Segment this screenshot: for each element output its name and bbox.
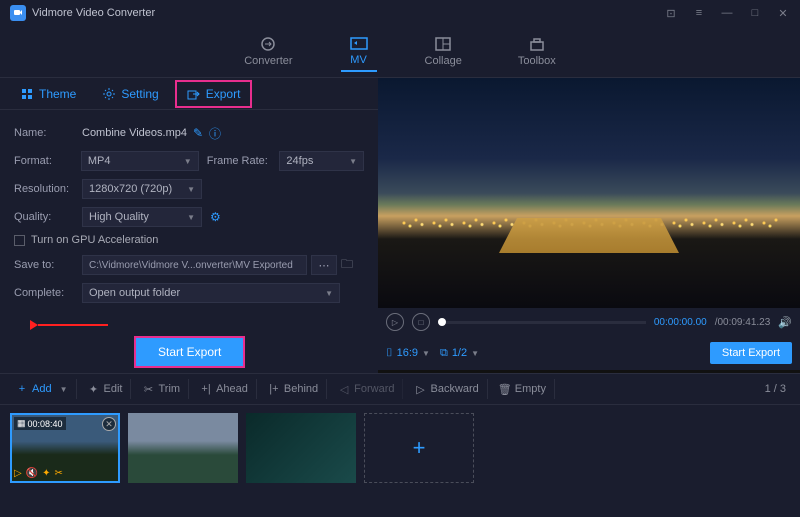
video-preview[interactable] [378,78,800,308]
subtab-theme[interactable]: Theme [10,82,86,106]
empty-button[interactable]: 🗑Empty [491,379,555,399]
mv-icon [349,35,369,51]
clip-remove-icon[interactable]: ✕ [102,417,116,431]
gpu-label: Turn on GPU Acceleration [31,234,158,246]
clip-duration: ▦ 00:08:40 [14,417,66,430]
main-tabs: Converter MV Collage Toolbox [0,26,800,78]
aspect-ratio-button[interactable]: ⌷16:9▼ [386,347,430,360]
add-button[interactable]: +Add▼ [8,379,77,399]
format-dropdown[interactable]: MP4▼ [81,151,199,171]
name-label: Name: [14,127,74,139]
aspect-icon: ⌷ [386,347,393,360]
wand-icon: ✦ [88,383,100,395]
trash-icon: 🗑 [499,383,511,395]
saveto-label: Save to: [14,259,74,271]
tab-collage[interactable]: Collage [417,32,470,71]
play-button[interactable]: ▷ [386,313,404,331]
edit-name-icon[interactable]: ✎ [193,126,203,140]
framerate-dropdown[interactable]: 24fps▼ [279,151,364,171]
clip-1[interactable]: ▦ 00:08:40 ✕ ▷ 🔇 ✦ ✂ [10,413,120,483]
feedback-icon[interactable]: ⊡ [664,7,678,20]
setting-icon [102,87,116,101]
start-export-main-button[interactable]: Start Export [710,342,792,364]
chevron-down-icon: ▼ [187,213,195,222]
collage-icon [433,36,453,52]
theme-icon [20,87,34,101]
chevron-down-icon: ▼ [349,157,357,166]
tab-converter[interactable]: Converter [236,32,300,71]
chevron-down-icon: ▼ [325,289,333,298]
name-value: Combine Videos.mp4 ✎ ⓘ [82,125,221,142]
resolution-label: Resolution: [14,183,74,195]
menu-icon[interactable]: ≡ [692,7,706,20]
gpu-checkbox[interactable] [14,235,25,246]
chevron-down-icon: ▼ [184,157,192,166]
total-time: /00:09:41.23 [715,317,771,328]
quality-label: Quality: [14,211,74,223]
timeline: ▦ 00:08:40 ✕ ▷ 🔇 ✦ ✂ + [0,405,800,491]
tab-toolbox[interactable]: Toolbox [510,32,564,71]
page-indicator: 1 / 3 [765,383,792,395]
info-icon[interactable]: ⓘ [209,125,221,142]
edit-button[interactable]: ✦Edit [80,379,132,399]
trim-button[interactable]: ✂Trim [134,379,189,399]
volume-icon[interactable]: 🔊 [778,316,792,329]
ahead-icon: +| [200,383,212,395]
forward-button[interactable]: ◁Forward [330,379,403,399]
close-icon[interactable]: ✕ [776,7,790,20]
clip-play-icon[interactable]: ▷ [14,468,22,479]
clip-mute-icon[interactable]: 🔇 [26,468,38,479]
add-clip-button[interactable]: + [364,413,474,483]
maximize-icon[interactable]: □ [748,7,762,20]
behind-button[interactable]: |+Behind [260,379,327,399]
quality-dropdown[interactable]: High Quality▼ [82,207,202,227]
frame-nav-button[interactable]: ⧉1/2▼ [440,347,479,360]
toolbox-icon [527,36,547,52]
subtab-setting[interactable]: Setting [92,82,168,106]
quality-settings-icon[interactable]: ⚙ [210,210,221,224]
frame-icon: ⧉ [440,347,448,360]
behind-icon: |+ [268,383,280,395]
format-label: Format: [14,155,73,167]
browse-button[interactable]: ⋯ [311,255,337,275]
clip-edit-icon[interactable]: ✦ [42,468,50,479]
export-icon [187,87,201,101]
resolution-dropdown[interactable]: 1280x720 (720p)▼ [82,179,202,199]
progress-bar[interactable] [438,321,646,324]
backward-icon: ▷ [414,383,426,395]
preview-panel: ▷ □ 00:00:00.00/00:09:41.23 🔊 ⌷16:9▼ ⧉1/… [378,78,800,373]
forward-icon: ◁ [338,383,350,395]
clip-2[interactable] [128,413,238,483]
subtab-export[interactable]: Export [175,80,253,108]
open-folder-icon[interactable]: 🗀 [341,255,353,276]
tab-mv[interactable]: MV [341,31,377,72]
annotation-arrow [30,316,108,334]
app-logo-icon [10,5,26,21]
clip-3[interactable] [246,413,356,483]
stop-button[interactable]: □ [412,313,430,331]
current-time: 00:00:00.00 [654,317,707,328]
plus-icon: + [16,383,28,395]
minimize-icon[interactable]: — [720,7,734,20]
progress-handle[interactable] [438,318,446,326]
clip-trim-icon[interactable]: ✂ [55,468,63,479]
complete-label: Complete: [14,287,74,299]
chevron-down-icon: ▼ [187,185,195,194]
player-controls: ▷ □ 00:00:00.00/00:09:41.23 🔊 [378,308,800,336]
start-export-button[interactable]: Start Export [134,336,245,368]
titlebar: Vidmore Video Converter ⊡ ≡ — □ ✕ [0,0,800,26]
backward-button[interactable]: ▷Backward [406,379,487,399]
app-title: Vidmore Video Converter [32,7,155,19]
scissors-icon: ✂ [142,383,154,395]
framerate-label: Frame Rate: [207,155,272,167]
ahead-button[interactable]: +|Ahead [192,379,257,399]
converter-icon [258,36,278,52]
complete-dropdown[interactable]: Open output folder▼ [82,283,340,303]
saveto-path: C:\Vidmore\Vidmore V...onverter\MV Expor… [82,255,307,275]
